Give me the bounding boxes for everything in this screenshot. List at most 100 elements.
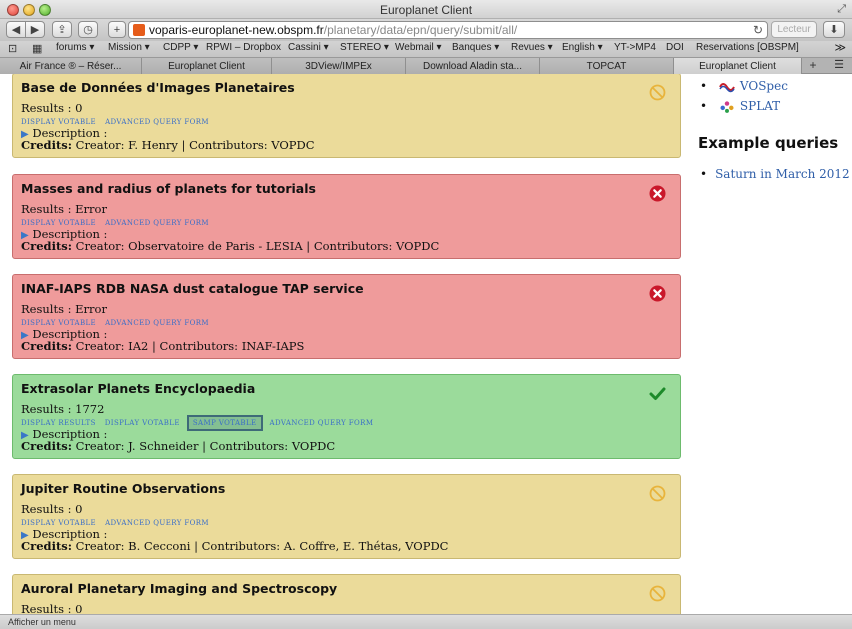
advanced-query-form-link[interactable]: ADVANCED QUERY FORM	[105, 219, 209, 227]
bookmark-stereo[interactable]: STEREO ▾	[340, 42, 389, 53]
bookmark-revues[interactable]: Revues ▾	[511, 42, 553, 53]
bookmark-cdpp[interactable]: CDPP ▾	[163, 42, 198, 53]
checkmark-icon	[649, 385, 666, 402]
sidebar-tool-vospec[interactable]: • VOSpec	[700, 79, 788, 93]
advanced-query-form-link[interactable]: ADVANCED QUERY FORM	[105, 519, 209, 527]
pending-icon	[649, 585, 666, 602]
service-links: DISPLAY RESULTS DISPLAY VOTABLE SAMP VOTAB…	[21, 415, 382, 431]
error-icon	[649, 185, 666, 202]
splat-logo-icon	[720, 100, 734, 113]
service-title: Base de Données d'Images Planetaires	[21, 80, 295, 95]
example-query-link[interactable]: • Saturn in March 2012	[700, 167, 850, 181]
tab-list-icon[interactable]: ☰	[828, 58, 850, 74]
service-card: Auroral Planetary Imaging and Spectrosco…	[12, 574, 681, 614]
samp-votable-link[interactable]: SAMP VOTABLE	[186, 415, 263, 431]
fullscreen-icon[interactable]: ⤢	[837, 3, 846, 16]
bookmark-cassini[interactable]: Cassini ▾	[288, 42, 329, 53]
service-results: Results : 0	[21, 502, 83, 516]
service-card: Base de Données d'Images Planetaires Res…	[12, 74, 681, 158]
download-icon: ⬇	[829, 24, 839, 36]
bookmark-rpwi-dropbox[interactable]: RPWI – Dropbox	[206, 42, 281, 53]
page-content: Base de Données d'Images Planetaires Res…	[0, 74, 852, 614]
service-results: Results : 0	[21, 101, 83, 115]
display-votable-link[interactable]: DISPLAY VOTABLE	[21, 319, 96, 327]
browser-toolbar: ◀ ▶ ⇪ ◷ + voparis-europlanet-new.obspm.f…	[0, 19, 852, 41]
tab-bar: Air France ® – Réser... Europlanet Clien…	[0, 57, 852, 74]
tab-europlanet-client-1[interactable]: Europlanet Client	[142, 58, 272, 74]
tab-download-aladin[interactable]: Download Aladin sta...	[406, 58, 540, 74]
service-credits: Credits: Creator: Observatoire de Paris …	[21, 239, 440, 253]
tab-europlanet-client-active[interactable]: Europlanet Client	[674, 58, 802, 74]
share-button[interactable]: ⇪	[52, 21, 72, 38]
reader-button[interactable]: Lecteur	[771, 21, 817, 38]
service-credits: Credits: Creator: F. Henry | Contributor…	[21, 138, 315, 152]
service-links: DISPLAY VOTABLE ADVANCED QUERY FORM	[21, 118, 218, 126]
window-title: Europlanet Client	[379, 3, 473, 17]
service-credits: Credits: Creator: J. Schneider | Contrib…	[21, 439, 336, 453]
service-card: Jupiter Routine Observations Results : 0…	[12, 474, 681, 559]
example-queries-heading: Example queries	[698, 134, 839, 152]
bookmark-doi[interactable]: DOI	[666, 42, 684, 53]
service-credits: Credits: Creator: IA2 | Contributors: IN…	[21, 339, 305, 353]
url-path: /planetary/data/epn/query/submit/all/	[323, 23, 518, 37]
advanced-query-form-link[interactable]: ADVANCED QUERY FORM	[105, 319, 209, 327]
service-card: Extrasolar Planets Encyclopaedia Results…	[12, 374, 681, 459]
service-links: DISPLAY VOTABLE ADVANCED QUERY FORM	[21, 319, 218, 327]
tab-topcat[interactable]: TOPCAT	[540, 58, 674, 74]
service-card: INAF-IAPS RDB NASA dust catalogue TAP se…	[12, 274, 681, 359]
share-icon: ⇪	[57, 24, 67, 36]
pending-icon	[649, 485, 666, 502]
add-bookmark-button[interactable]: +	[108, 21, 126, 38]
reload-icon[interactable]: ↻	[753, 23, 763, 37]
clock-icon: ◷	[83, 24, 93, 36]
site-favicon-icon	[133, 24, 145, 36]
service-results: Results : 0	[21, 602, 83, 614]
display-votable-link[interactable]: DISPLAY VOTABLE	[105, 419, 180, 427]
service-title: Extrasolar Planets Encyclopaedia	[21, 381, 256, 396]
more-bookmarks-icon[interactable]: ≫	[834, 41, 846, 54]
service-credits: Credits: Creator: B. Cecconi | Contribut…	[21, 539, 449, 553]
display-votable-link[interactable]: DISPLAY VOTABLE	[21, 118, 96, 126]
service-results: Results : 1772	[21, 402, 105, 416]
forward-arrow-icon: ▶	[30, 24, 40, 36]
service-title: Auroral Planetary Imaging and Spectrosco…	[21, 581, 338, 596]
downloads-button[interactable]: ⬇	[823, 21, 845, 38]
sidebar-tool-splat[interactable]: • SPLAT	[700, 99, 780, 113]
service-title: INAF-IAPS RDB NASA dust catalogue TAP se…	[21, 281, 364, 296]
new-tab-button[interactable]: +	[802, 58, 824, 74]
display-votable-link[interactable]: DISPLAY VOTABLE	[21, 519, 96, 527]
error-icon	[649, 285, 666, 302]
reading-list-icon[interactable]: ⊡	[8, 42, 17, 55]
title-bar: Europlanet Client ⤢	[0, 0, 852, 19]
display-results-link[interactable]: DISPLAY RESULTS	[21, 419, 96, 427]
bookmark-mission[interactable]: Mission ▾	[108, 42, 150, 53]
address-bar[interactable]: voparis-europlanet-new.obspm.fr/planetar…	[128, 21, 768, 39]
bookmark-english[interactable]: English ▾	[562, 42, 603, 53]
history-button[interactable]: ◷	[78, 21, 98, 38]
bookmarks-bar: ⊡ ▦ forums ▾ Mission ▾ CDPP ▾ RPWI – Dro…	[0, 41, 852, 57]
service-links: DISPLAY VOTABLE ADVANCED QUERY FORM	[21, 219, 218, 227]
bookmark-yt-mp4[interactable]: YT->MP4	[614, 42, 656, 53]
display-votable-link[interactable]: DISPLAY VOTABLE	[21, 219, 96, 227]
bookmark-reservations[interactable]: Reservations [OBSPM]	[696, 42, 799, 53]
plus-icon: +	[113, 23, 121, 36]
vospec-logo-icon	[719, 82, 735, 92]
service-results: Results : Error	[21, 202, 107, 216]
pending-icon	[649, 84, 666, 101]
advanced-query-form-link[interactable]: ADVANCED QUERY FORM	[270, 419, 374, 427]
bookmark-banques[interactable]: Banques ▾	[452, 42, 499, 53]
advanced-query-form-link[interactable]: ADVANCED QUERY FORM	[105, 118, 209, 126]
top-sites-icon[interactable]: ▦	[32, 42, 42, 55]
forward-button[interactable]: ▶	[25, 21, 45, 38]
service-results: Results : Error	[21, 302, 107, 316]
bookmark-forums[interactable]: forums ▾	[56, 42, 94, 53]
bookmark-webmail[interactable]: Webmail ▾	[395, 42, 442, 53]
back-button[interactable]: ◀	[6, 21, 26, 38]
status-bar: Afficher un menu	[0, 614, 852, 629]
service-title: Jupiter Routine Observations	[21, 481, 226, 496]
tab-3dview-impex[interactable]: 3DView/IMPEx	[272, 58, 406, 74]
service-title: Masses and radius of planets for tutoria…	[21, 181, 316, 196]
back-arrow-icon: ◀	[11, 24, 21, 36]
tab-air-france[interactable]: Air France ® – Réser...	[0, 58, 142, 74]
url-host: voparis-europlanet-new.obspm.fr	[149, 23, 324, 37]
